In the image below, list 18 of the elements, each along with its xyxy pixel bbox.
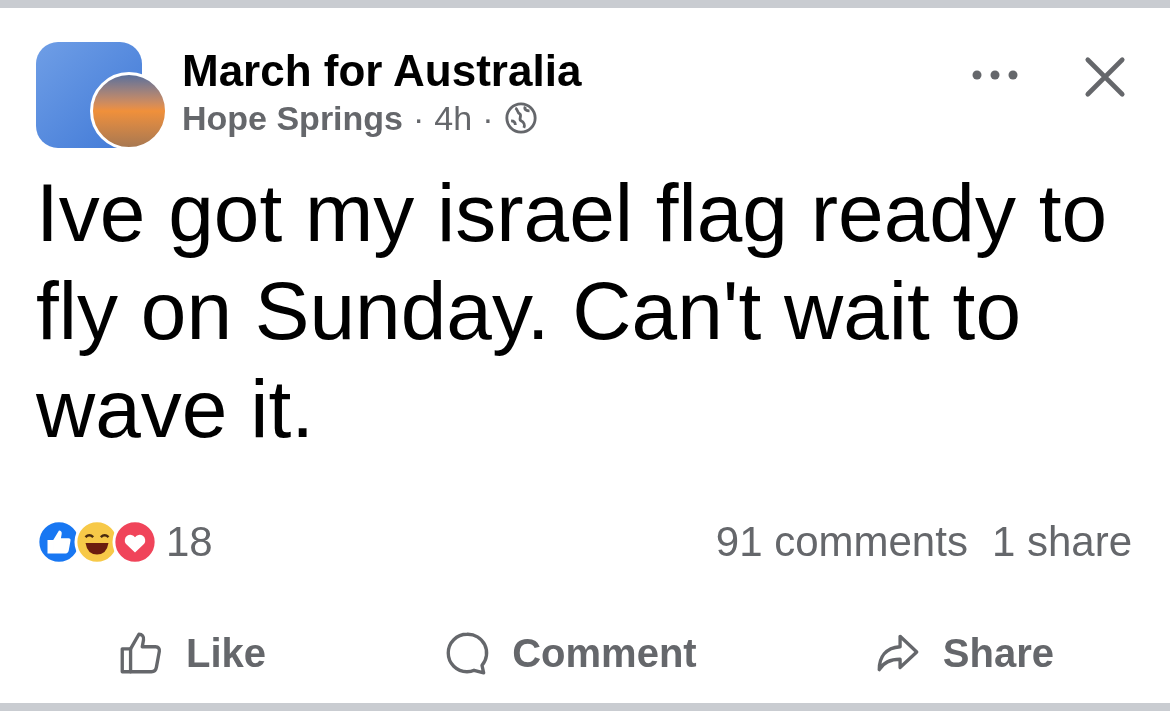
close-icon — [1082, 54, 1128, 100]
close-button[interactable] — [1082, 54, 1128, 100]
separator-dot: · — [482, 98, 494, 139]
share-button[interactable]: Share — [872, 623, 1054, 683]
avatar-drawing[interactable] — [36, 42, 168, 150]
group-name[interactable]: March for Australia — [182, 46, 582, 96]
reaction-count[interactable]: 18 — [166, 510, 213, 573]
globe-icon — [503, 101, 538, 135]
shares-count[interactable]: 1 share — [991, 510, 1132, 573]
comments-count[interactable]: 91 comments — [715, 510, 968, 573]
post-time[interactable]: 4h — [434, 96, 473, 140]
separator-dot: · — [413, 98, 425, 139]
like-button[interactable]: Like — [116, 623, 267, 683]
more-options-button[interactable] — [972, 70, 1018, 80]
more-icon — [972, 70, 1018, 80]
post-text: Ive got my israel flag ready to fly on Sunday. Can't wait to wave it. — [36, 166, 1109, 456]
author-name[interactable]: Hope Springs — [182, 96, 404, 140]
comment-button[interactable]: Comment — [442, 623, 697, 683]
